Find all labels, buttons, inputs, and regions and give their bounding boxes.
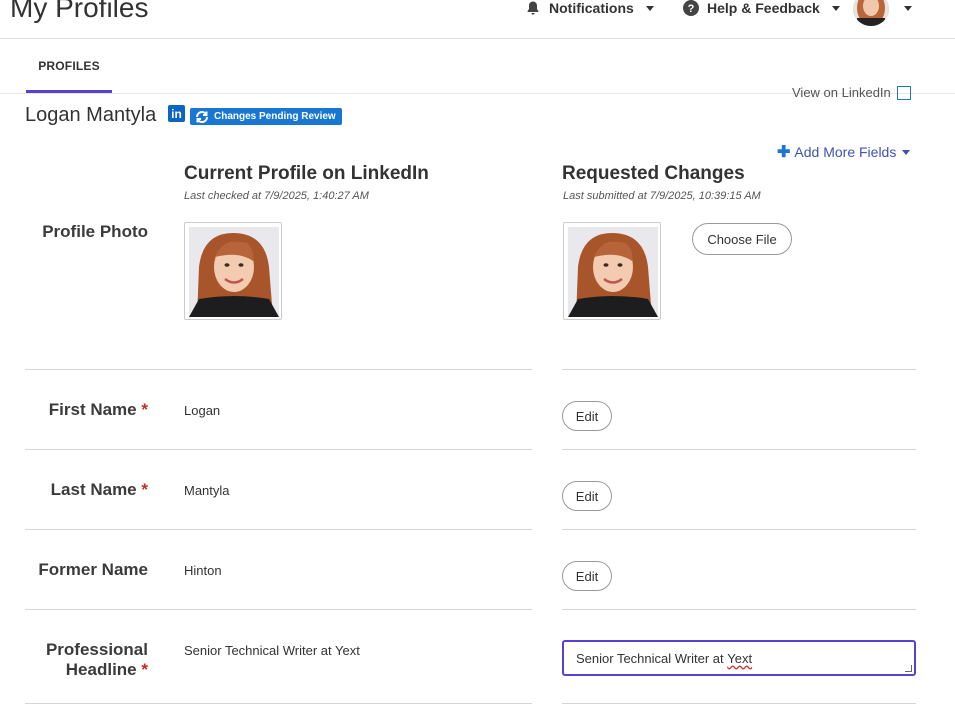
required-indicator: * xyxy=(141,400,148,419)
header-divider xyxy=(0,38,955,39)
former-name-label: Former Name xyxy=(38,560,148,579)
headline-label: Professional Headline * xyxy=(45,640,148,679)
row-divider xyxy=(25,449,532,450)
last-checked-text: Last checked at 7/9/2025, 1:40:27 AM xyxy=(184,190,369,202)
first-name-value: Logan xyxy=(184,403,221,418)
add-more-fields-label: Add More Fields xyxy=(794,144,897,160)
first-name-label: First Name * xyxy=(48,400,148,419)
requested-profile-photo xyxy=(563,222,661,320)
former-name-value: Hinton xyxy=(184,563,222,578)
choose-file-button[interactable]: Choose File xyxy=(692,223,792,255)
bell-icon xyxy=(525,0,541,16)
linkedin-icon: in xyxy=(168,105,185,122)
last-name-value: Mantyla xyxy=(184,483,230,498)
current-profile-photo xyxy=(184,222,282,320)
chevron-down-icon xyxy=(645,5,654,11)
last-name-label: Last Name * xyxy=(50,480,148,499)
headline-input[interactable]: Senior Technical Writer at Yext xyxy=(562,640,916,676)
profile-photo-label: Profile Photo xyxy=(42,222,148,241)
notifications-menu[interactable]: Notifications xyxy=(525,0,654,16)
current-profile-title: Current Profile on LinkedIn xyxy=(184,163,429,184)
row-divider xyxy=(562,529,916,530)
row-divider xyxy=(25,703,532,704)
headline-value: Senior Technical Writer at Yext xyxy=(184,643,360,658)
plus-icon: ✚ xyxy=(777,144,791,161)
edit-former-name-button[interactable]: Edit xyxy=(562,561,612,591)
help-icon: ? xyxy=(683,0,699,16)
edit-first-name-button[interactable]: Edit xyxy=(562,401,612,431)
last-submitted-text: Last submitted at 7/9/2025, 10:39:15 AM xyxy=(563,190,761,202)
chevron-down-icon xyxy=(902,149,911,155)
row-divider xyxy=(25,529,532,530)
tab-profiles[interactable]: PROFILES xyxy=(26,40,112,92)
status-badge-label: Changes Pending Review xyxy=(214,111,336,122)
profile-name: Logan Mantyla xyxy=(25,104,157,126)
row-divider xyxy=(562,369,916,370)
row-divider xyxy=(562,703,916,704)
page-title: My Profiles xyxy=(10,0,149,23)
svg-text:?: ? xyxy=(688,3,695,15)
row-divider xyxy=(25,609,532,610)
edit-last-name-button[interactable]: Edit xyxy=(562,481,612,511)
external-link-icon xyxy=(896,85,911,100)
required-indicator: * xyxy=(141,480,148,499)
notifications-label: Notifications xyxy=(549,0,634,16)
add-more-fields-button[interactable]: ✚ Add More Fields xyxy=(777,142,911,162)
spellcheck-flagged-word: Yext xyxy=(727,650,753,666)
chevron-down-icon[interactable] xyxy=(904,6,912,11)
sync-icon xyxy=(196,110,208,123)
row-divider xyxy=(562,609,916,610)
requested-changes-title: Requested Changes xyxy=(562,163,745,184)
view-on-linkedin-label: View on LinkedIn xyxy=(792,85,891,100)
help-label: Help & Feedback xyxy=(707,0,820,16)
resize-handle-icon[interactable] xyxy=(905,665,912,672)
chevron-down-icon xyxy=(831,5,840,11)
required-indicator: * xyxy=(141,660,148,679)
user-avatar[interactable] xyxy=(853,0,889,26)
row-divider xyxy=(25,369,532,370)
row-divider xyxy=(562,449,916,450)
status-badge: Changes Pending Review xyxy=(190,108,342,125)
view-on-linkedin-link[interactable]: View on LinkedIn xyxy=(792,85,911,100)
help-feedback-menu[interactable]: ? Help & Feedback xyxy=(683,0,840,16)
